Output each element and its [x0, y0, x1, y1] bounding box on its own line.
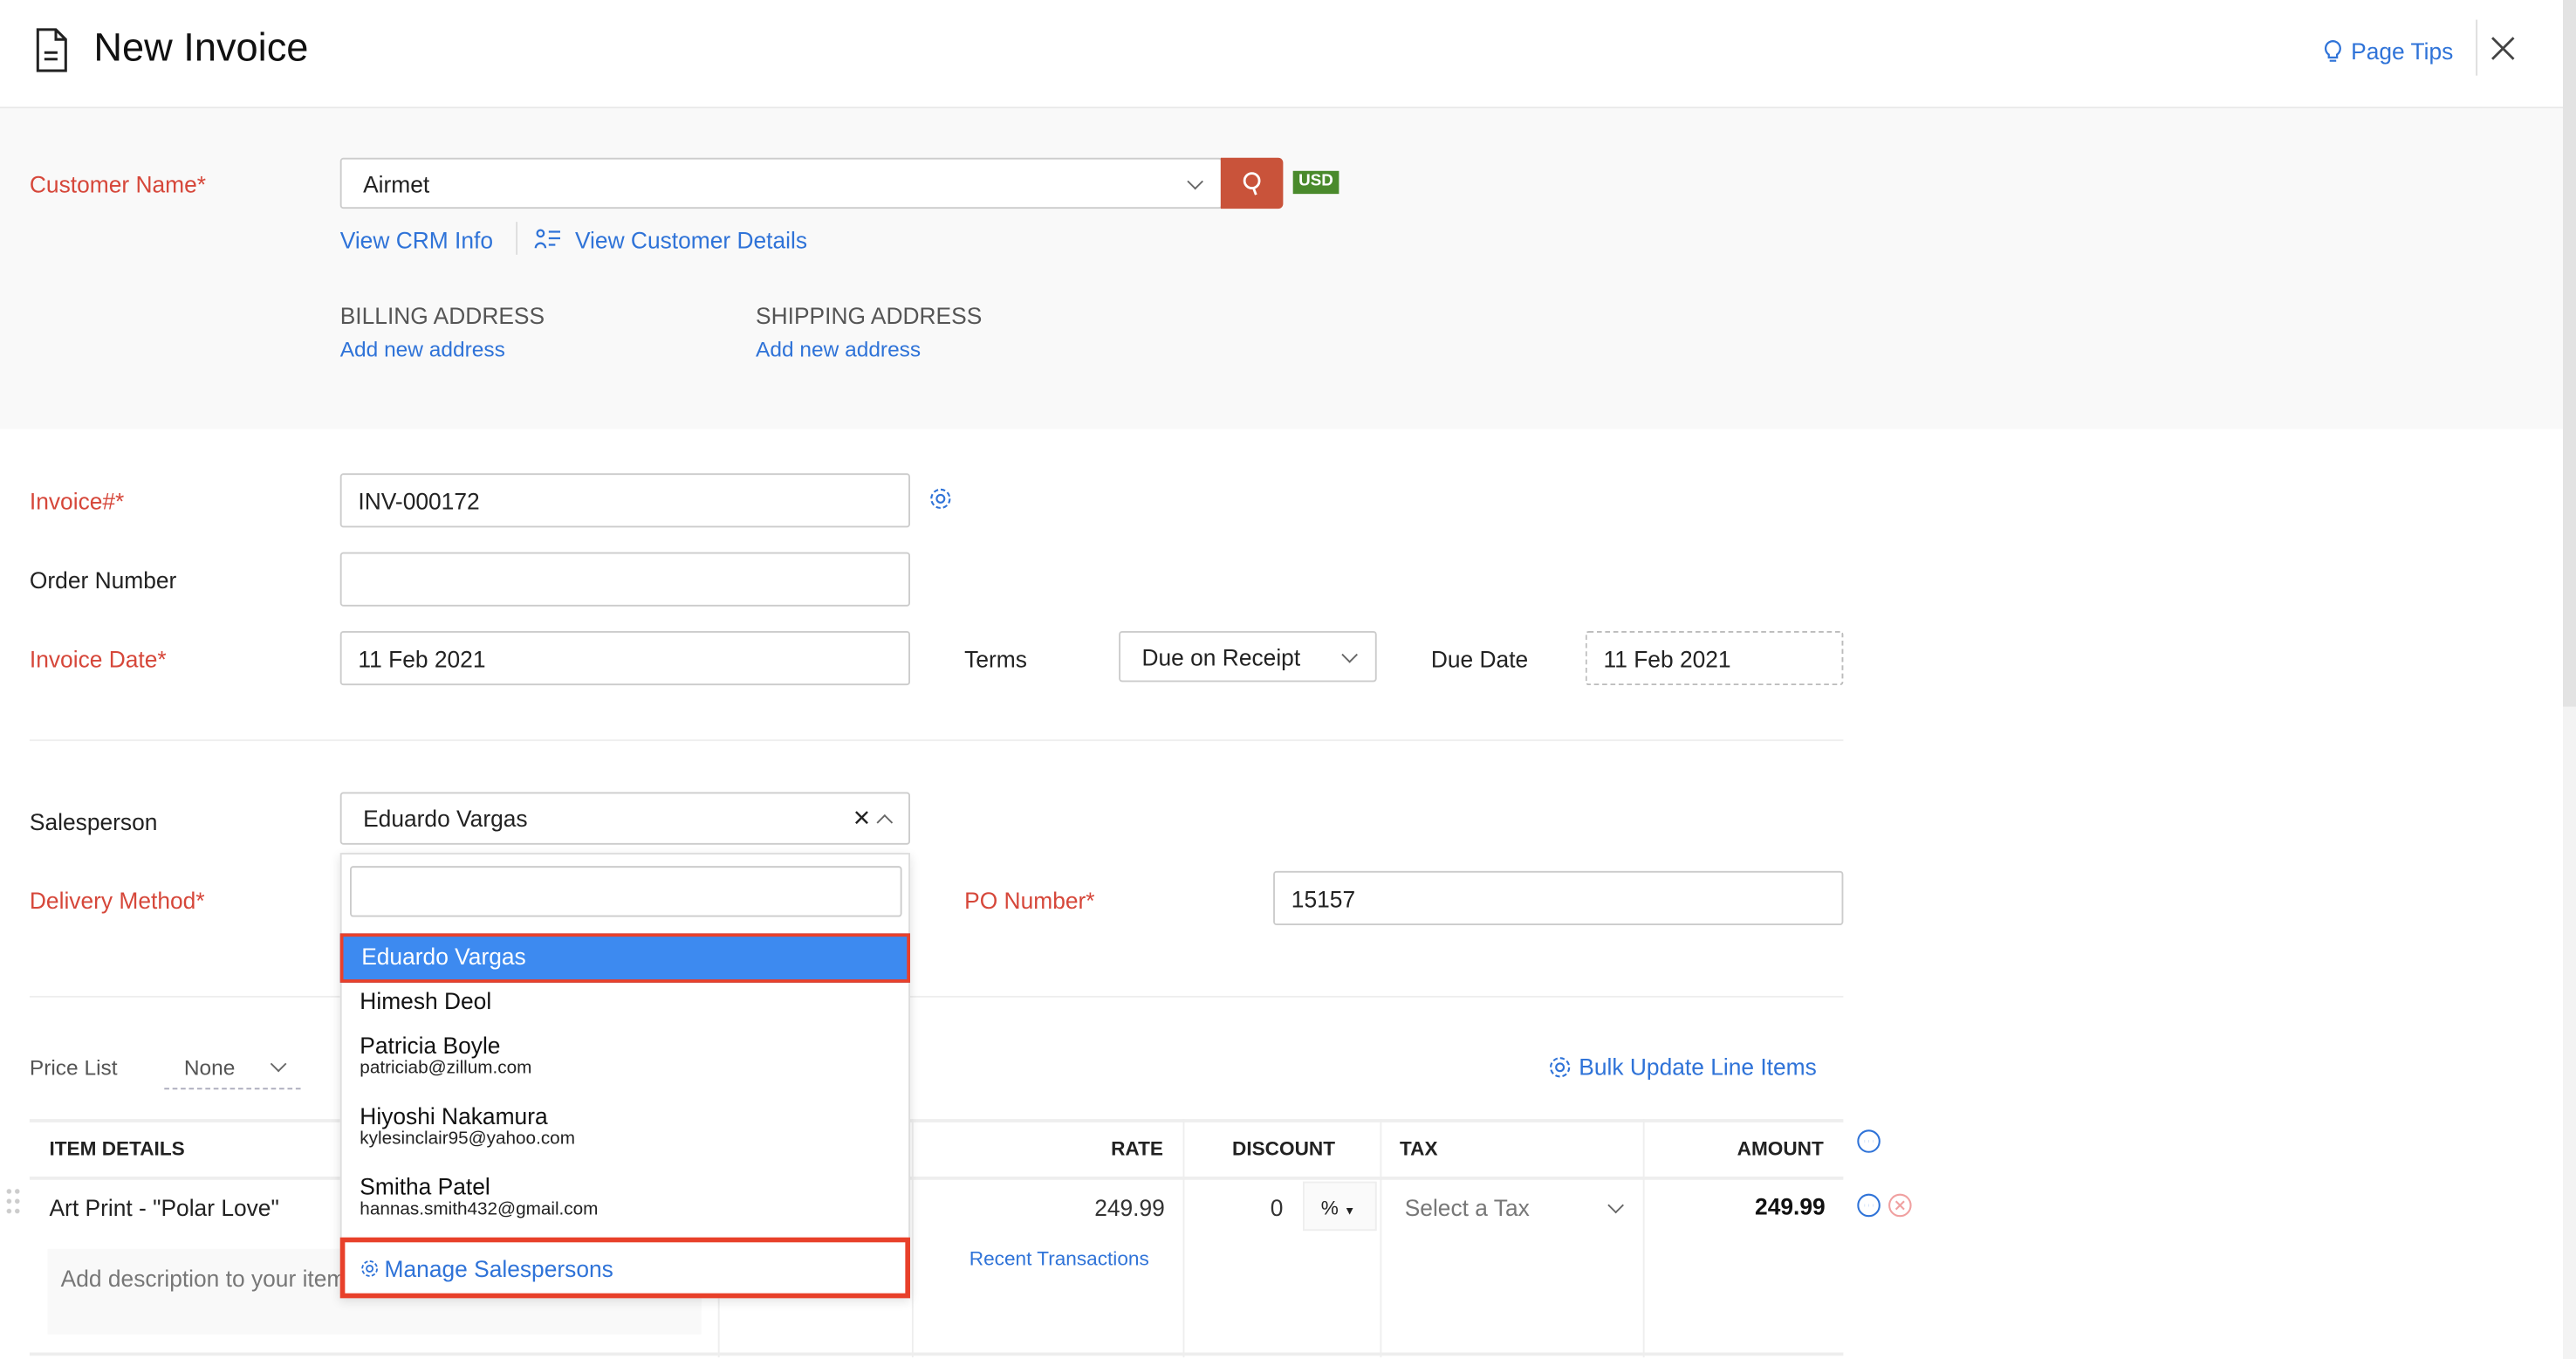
lightbulb-icon: [2325, 38, 2341, 61]
gear-icon: [361, 1259, 378, 1276]
recent-transactions-link[interactable]: Recent Transactions: [969, 1246, 1149, 1272]
discount-value[interactable]: 0: [1271, 1195, 1284, 1221]
scrollbar[interactable]: [2563, 0, 2576, 1359]
customer-section: [0, 108, 2564, 429]
document-icon: [36, 28, 67, 72]
header-tax: TAX: [1400, 1136, 1438, 1161]
discount-unit-value: %: [1320, 1196, 1339, 1219]
gear-icon: [1549, 1056, 1571, 1077]
item-name: Eduardo Vargas: [361, 943, 526, 970]
dropdown-item[interactable]: Hiyoshi Nakamura kylesinclair95@yahoo.com: [342, 1102, 909, 1150]
due-date-label: Due Date: [1430, 645, 1529, 673]
invoice-number-label: Invoice#*: [29, 488, 125, 515]
more-options-icon[interactable]: [1856, 1193, 1881, 1218]
order-number-label: Order Number: [29, 566, 177, 594]
invoice-date-input[interactable]: 11 Feb 2021: [339, 630, 911, 686]
chevron-down-icon: [1607, 1197, 1624, 1214]
currency-badge: USD: [1292, 170, 1339, 195]
item-name: Hiyoshi Nakamura: [360, 1102, 548, 1129]
delivery-method-label: Delivery Method*: [29, 887, 205, 914]
bulk-update-button[interactable]: Bulk Update Line Items: [1548, 1054, 1817, 1080]
shipping-add-address-link[interactable]: Add new address: [756, 337, 921, 363]
terms-value: Due on Receipt: [1141, 643, 1301, 670]
item-email: kylesinclair95@yahoo.com: [360, 1129, 575, 1150]
amount-value: 249.99: [1755, 1192, 1826, 1219]
header-discount: DISCOUNT: [1232, 1136, 1336, 1161]
item-email: patriciab@zillum.com: [360, 1058, 532, 1079]
invoice-number-input[interactable]: INV-000172: [339, 473, 911, 528]
customer-search-button[interactable]: [1220, 157, 1284, 209]
dropdown-item[interactable]: Smitha Patel hannas.smith432@gmail.com: [342, 1173, 909, 1221]
dropdown-item[interactable]: Himesh Deol: [342, 988, 909, 1014]
customer-details-icon: [534, 229, 561, 249]
page-tips-label: Page Tips: [2351, 38, 2454, 65]
salesperson-label: Salesperson: [29, 808, 158, 835]
due-date-input[interactable]: 11 Feb 2021: [1585, 630, 1844, 686]
terms-select[interactable]: Due on Receipt: [1119, 630, 1377, 683]
shipping-address-title: SHIPPING ADDRESS: [756, 302, 983, 329]
caret-down-icon: ▼: [1344, 1205, 1356, 1218]
price-list-label: Price List: [29, 1054, 118, 1080]
header-rate: RATE: [1111, 1136, 1163, 1161]
customer-name-select[interactable]: Airmet: [339, 157, 1223, 209]
divider: [516, 222, 518, 255]
order-number-input[interactable]: [339, 552, 911, 607]
divider: [2476, 19, 2478, 76]
item-name: Smitha Patel: [360, 1173, 490, 1200]
discount-unit-select[interactable]: % ▼: [1302, 1181, 1377, 1232]
drag-handle[interactable]: [4, 1186, 22, 1217]
manage-salespersons-button[interactable]: Manage Salespersons: [339, 1237, 911, 1299]
view-customer-details-link[interactable]: View Customer Details: [575, 227, 807, 253]
customer-name-value: Airmet: [363, 169, 430, 196]
bulk-update-label: Bulk Update Line Items: [1579, 1053, 1817, 1080]
more-options-icon[interactable]: [1856, 1129, 1881, 1153]
salesperson-value: Eduardo Vargas: [363, 805, 528, 832]
item-email: hannas.smith432@gmail.com: [360, 1199, 599, 1219]
page-tips-link[interactable]: Page Tips: [2323, 38, 2453, 64]
header-amount: AMOUNT: [1737, 1136, 1824, 1161]
billing-add-address-link[interactable]: Add new address: [340, 337, 505, 363]
description-placeholder: Add description to your item: [60, 1265, 346, 1292]
po-number-label: PO Number*: [964, 887, 1095, 914]
page-title: New Invoice: [93, 26, 309, 71]
search-icon: [1243, 171, 1261, 195]
header-item-details: ITEM DETAILS: [49, 1136, 185, 1161]
billing-address-title: BILLING ADDRESS: [339, 302, 545, 329]
customer-name-label: Customer Name*: [29, 170, 207, 197]
item-name[interactable]: Art Print - "Polar Love": [49, 1195, 278, 1221]
po-number-input[interactable]: 15157: [1273, 870, 1844, 925]
terms-label: Terms: [964, 645, 1027, 673]
dropdown-item[interactable]: Patricia Boyle patriciab@zillum.com: [342, 1032, 909, 1080]
salesperson-select[interactable]: Eduardo Vargas: [339, 792, 911, 845]
item-name: Patricia Boyle: [360, 1032, 501, 1059]
manage-salespersons-label: Manage Salespersons: [384, 1254, 613, 1281]
salesperson-search-input[interactable]: [350, 866, 902, 917]
item-name: Himesh Deol: [360, 987, 492, 1014]
remove-row-icon[interactable]: [1887, 1193, 1912, 1218]
dropdown-item-selected[interactable]: Eduardo Vargas: [339, 933, 911, 983]
close-icon[interactable]: [2490, 36, 2515, 60]
invoice-date-label: Invoice Date*: [29, 645, 167, 673]
clear-icon[interactable]: [854, 810, 869, 825]
chevron-down-icon: [270, 1055, 287, 1073]
view-crm-info-link[interactable]: View CRM Info: [340, 227, 493, 253]
gear-icon[interactable]: [928, 486, 953, 511]
rate-value[interactable]: 249.99: [1094, 1195, 1165, 1221]
price-list-select[interactable]: None: [184, 1055, 236, 1081]
tax-select[interactable]: Select a Tax: [1405, 1195, 1530, 1221]
